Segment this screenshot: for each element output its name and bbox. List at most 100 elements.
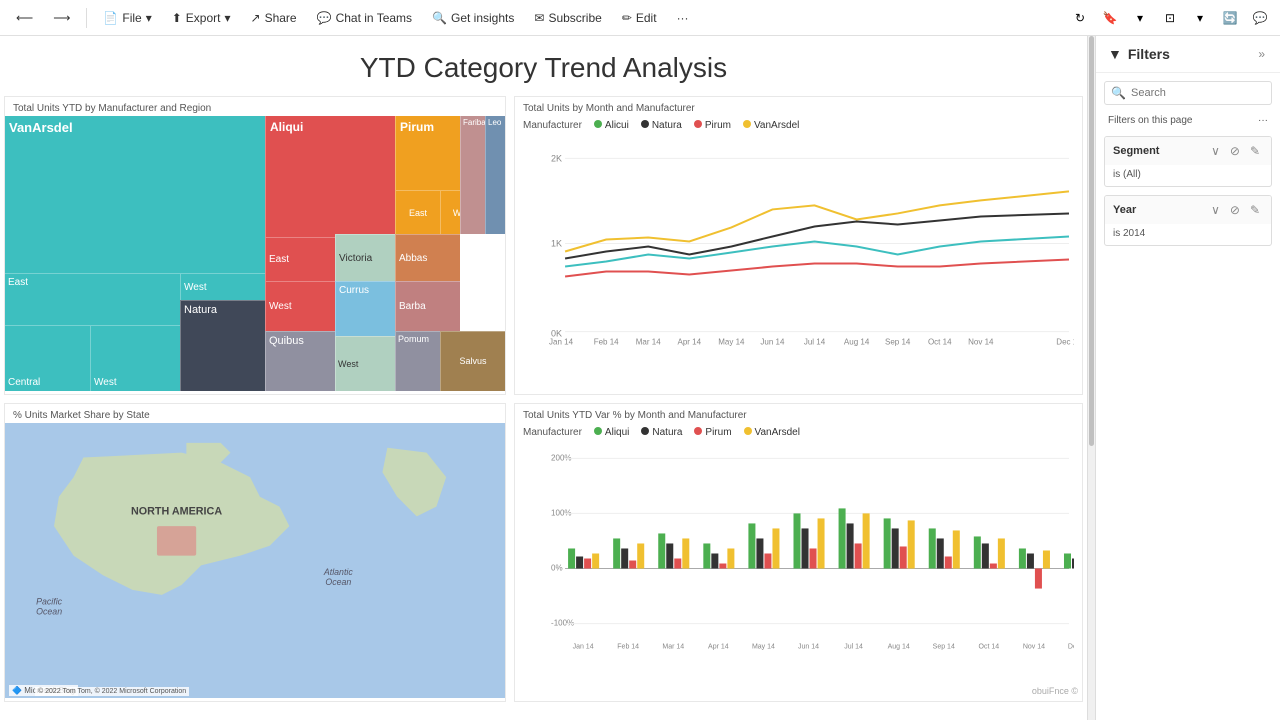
segment-filter-title: Segment	[1113, 145, 1159, 157]
svg-text:Mar 14: Mar 14	[662, 644, 684, 651]
svg-text:Oct 14: Oct 14	[979, 644, 1000, 651]
svg-text:Atlantic: Atlantic	[323, 567, 353, 577]
filters-on-page-more[interactable]: ···	[1258, 115, 1268, 126]
year-filter-actions: ∨ ⊘ ✎	[1208, 202, 1263, 218]
treemap-cell-pirum-east[interactable]: East	[395, 190, 440, 234]
chat-teams-button[interactable]: 💬 Chat in Teams	[309, 7, 420, 29]
line-chart-container: Manufacturer Alicui Natura Pirum VanArsd…	[515, 116, 1082, 391]
scroll-divider[interactable]	[1087, 36, 1095, 720]
svg-text:0%: 0%	[551, 564, 563, 573]
treemap-cell-currus[interactable]: Currus	[335, 281, 395, 336]
edit-button[interactable]: ✏ Edit	[614, 7, 665, 29]
filters-panel: ▼ Filters » 🔍 Filters on this page ··· S…	[1095, 36, 1280, 720]
window-dropdown-icon[interactable]: ▾	[1188, 6, 1212, 30]
svg-text:Dec 14: Dec 14	[1056, 338, 1074, 347]
bookmark-dropdown-icon[interactable]: ▾	[1128, 6, 1152, 30]
subscribe-button[interactable]: ✉ Subscribe	[526, 7, 609, 29]
bookmark-icon[interactable]: 🔖	[1098, 6, 1122, 30]
divider-1	[86, 8, 87, 28]
svg-text:Jun 14: Jun 14	[760, 338, 785, 347]
search-icon: 🔍	[1111, 86, 1126, 100]
comment-icon[interactable]: 💬	[1248, 6, 1272, 30]
teams-icon: 💬	[317, 11, 332, 25]
treemap-cell-abbas[interactable]: Abbas	[395, 234, 460, 281]
refresh-icon[interactable]: ↻	[1068, 6, 1092, 30]
svg-text:2K: 2K	[551, 153, 562, 163]
treemap-label: Total Units YTD by Manufacturer and Regi…	[5, 97, 505, 116]
content-area: YTD Category Trend Analysis Total Units …	[0, 36, 1087, 720]
filters-title: ▼ Filters	[1108, 46, 1170, 62]
filters-collapse-button[interactable]: »	[1255, 46, 1268, 62]
scroll-thumb[interactable]	[1089, 36, 1094, 446]
legend-pirum: Pirum	[694, 120, 731, 131]
treemap-cell-vanarsdel-central[interactable]: Central	[5, 325, 90, 391]
file-button[interactable]: 📄 File ▾	[95, 7, 159, 29]
back-icon: ⟵	[16, 11, 33, 25]
svg-text:Pacific: Pacific	[36, 597, 63, 607]
share-button[interactable]: ↗ Share	[243, 7, 305, 29]
window-icon[interactable]: ⊡	[1158, 6, 1182, 30]
year-filter-expand[interactable]: ∨	[1208, 202, 1223, 218]
segment-filter-clear[interactable]: ⊘	[1227, 143, 1243, 159]
segment-filter-header: Segment ∨ ⊘ ✎	[1105, 137, 1271, 165]
treemap-cell-quibus[interactable]: Quibus	[265, 331, 335, 392]
map-svg: Pacific Ocean Atlantic Ocean NORTH AMERI…	[5, 423, 505, 698]
treemap-cell-natura[interactable]: Natura	[180, 300, 265, 391]
line-chart-label: Total Units by Month and Manufacturer	[515, 97, 1082, 116]
treemap-cell-salvus[interactable]: Salvus	[440, 331, 505, 392]
treemap-cell-pomum[interactable]: Pomum	[395, 331, 440, 392]
treemap-cell-aliqui[interactable]: Aliqui	[265, 116, 395, 237]
forward-button[interactable]: ⟶	[45, 7, 78, 29]
treemap-cell-vanarsdel-east[interactable]: East	[5, 273, 180, 325]
svg-text:Feb 14: Feb 14	[594, 338, 619, 347]
svg-text:May 14: May 14	[718, 338, 745, 347]
svg-text:Jan 14: Jan 14	[549, 338, 574, 347]
watermark: obuiFnce ©	[1032, 686, 1078, 696]
svg-text:1K: 1K	[551, 239, 562, 249]
treemap-cell-aliqui-west[interactable]: West	[265, 281, 335, 331]
treemap-cell-vanarsdel-west2[interactable]: West	[90, 325, 180, 391]
treemap-cell-vanarsdel-west[interactable]: West	[180, 273, 265, 301]
legend-vanarsdel: VanArsdel	[743, 120, 799, 131]
svg-text:Sep 14: Sep 14	[885, 338, 911, 347]
file-icon: 📄	[103, 11, 118, 25]
segment-filter-more[interactable]: ✎	[1247, 143, 1263, 159]
back-button[interactable]: ⟵	[8, 7, 41, 29]
edit-icon: ✏	[622, 11, 632, 25]
legend-manufacturer-label: Manufacturer	[523, 120, 582, 131]
filters-search: 🔍	[1104, 81, 1272, 105]
forward-icon: ⟶	[53, 11, 70, 25]
treemap-cell-victoria[interactable]: Victoria	[335, 234, 395, 281]
treemap-container[interactable]: VanArsdel East West Central West Natura …	[5, 116, 505, 391]
bar-chart-legend: Manufacturer Aliqui Natura Pirum VanArsd…	[523, 427, 1074, 438]
svg-text:Jan 14: Jan 14	[573, 644, 594, 651]
get-insights-button[interactable]: 🔍 Get insights	[424, 7, 522, 29]
main-layout: YTD Category Trend Analysis Total Units …	[0, 36, 1280, 720]
treemap-cell-leo[interactable]: Leo	[485, 116, 505, 234]
year-filter-clear[interactable]: ⊘	[1227, 202, 1243, 218]
line-chart-panel: Total Units by Month and Manufacturer Ma…	[514, 96, 1083, 395]
export-chevron-icon: ▾	[224, 11, 230, 25]
search-input[interactable]	[1104, 81, 1272, 105]
treemap-cell-barba[interactable]: Barba	[395, 281, 460, 331]
svg-text:NORTH AMERICA: NORTH AMERICA	[131, 505, 222, 517]
reload-icon[interactable]: 🔄	[1218, 6, 1242, 30]
segment-filter-value: is (All)	[1105, 165, 1271, 186]
more-button[interactable]: ···	[669, 7, 697, 29]
treemap-cell-quibus-west[interactable]: West	[335, 336, 395, 391]
export-button[interactable]: ⬆ Export ▾	[164, 7, 239, 29]
segment-filter-expand[interactable]: ∨	[1208, 143, 1223, 159]
treemap-cell-fariba[interactable]: Fariba	[460, 116, 485, 234]
year-filter-more[interactable]: ✎	[1247, 202, 1263, 218]
bar-legend-natura: Natura	[641, 427, 682, 438]
year-filter-header: Year ∨ ⊘ ✎	[1105, 196, 1271, 224]
filters-on-page: Filters on this page ···	[1096, 113, 1280, 132]
map-background: Pacific Ocean Atlantic Ocean NORTH AMERI…	[5, 423, 505, 698]
map-container[interactable]: Pacific Ocean Atlantic Ocean NORTH AMERI…	[5, 423, 505, 698]
svg-text:Sep 14: Sep 14	[933, 644, 955, 651]
svg-text:Nov 14: Nov 14	[968, 338, 994, 347]
svg-text:Mar 14: Mar 14	[636, 338, 661, 347]
treemap-cell-vanarsdel[interactable]: VanArsdel	[5, 116, 265, 273]
filter-icon: ▼	[1108, 46, 1122, 62]
bar-chart-container: Manufacturer Aliqui Natura Pirum VanArsd…	[515, 423, 1082, 698]
